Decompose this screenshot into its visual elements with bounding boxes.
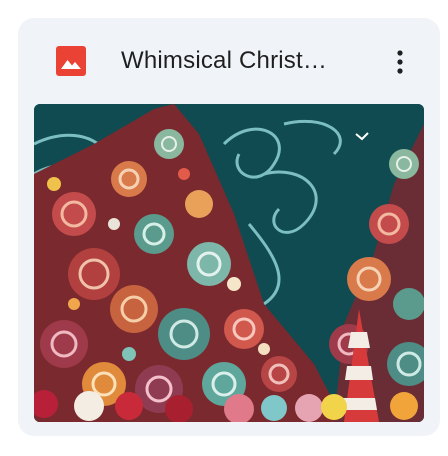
more-vertical-icon [397,50,403,74]
image-file-icon [56,46,86,76]
file-card[interactable]: Whimsical Christ… [18,18,440,436]
thumbnail-image[interactable] [34,104,424,422]
file-title: Whimsical Christ… [121,47,328,74]
more-options-button[interactable] [382,42,418,82]
